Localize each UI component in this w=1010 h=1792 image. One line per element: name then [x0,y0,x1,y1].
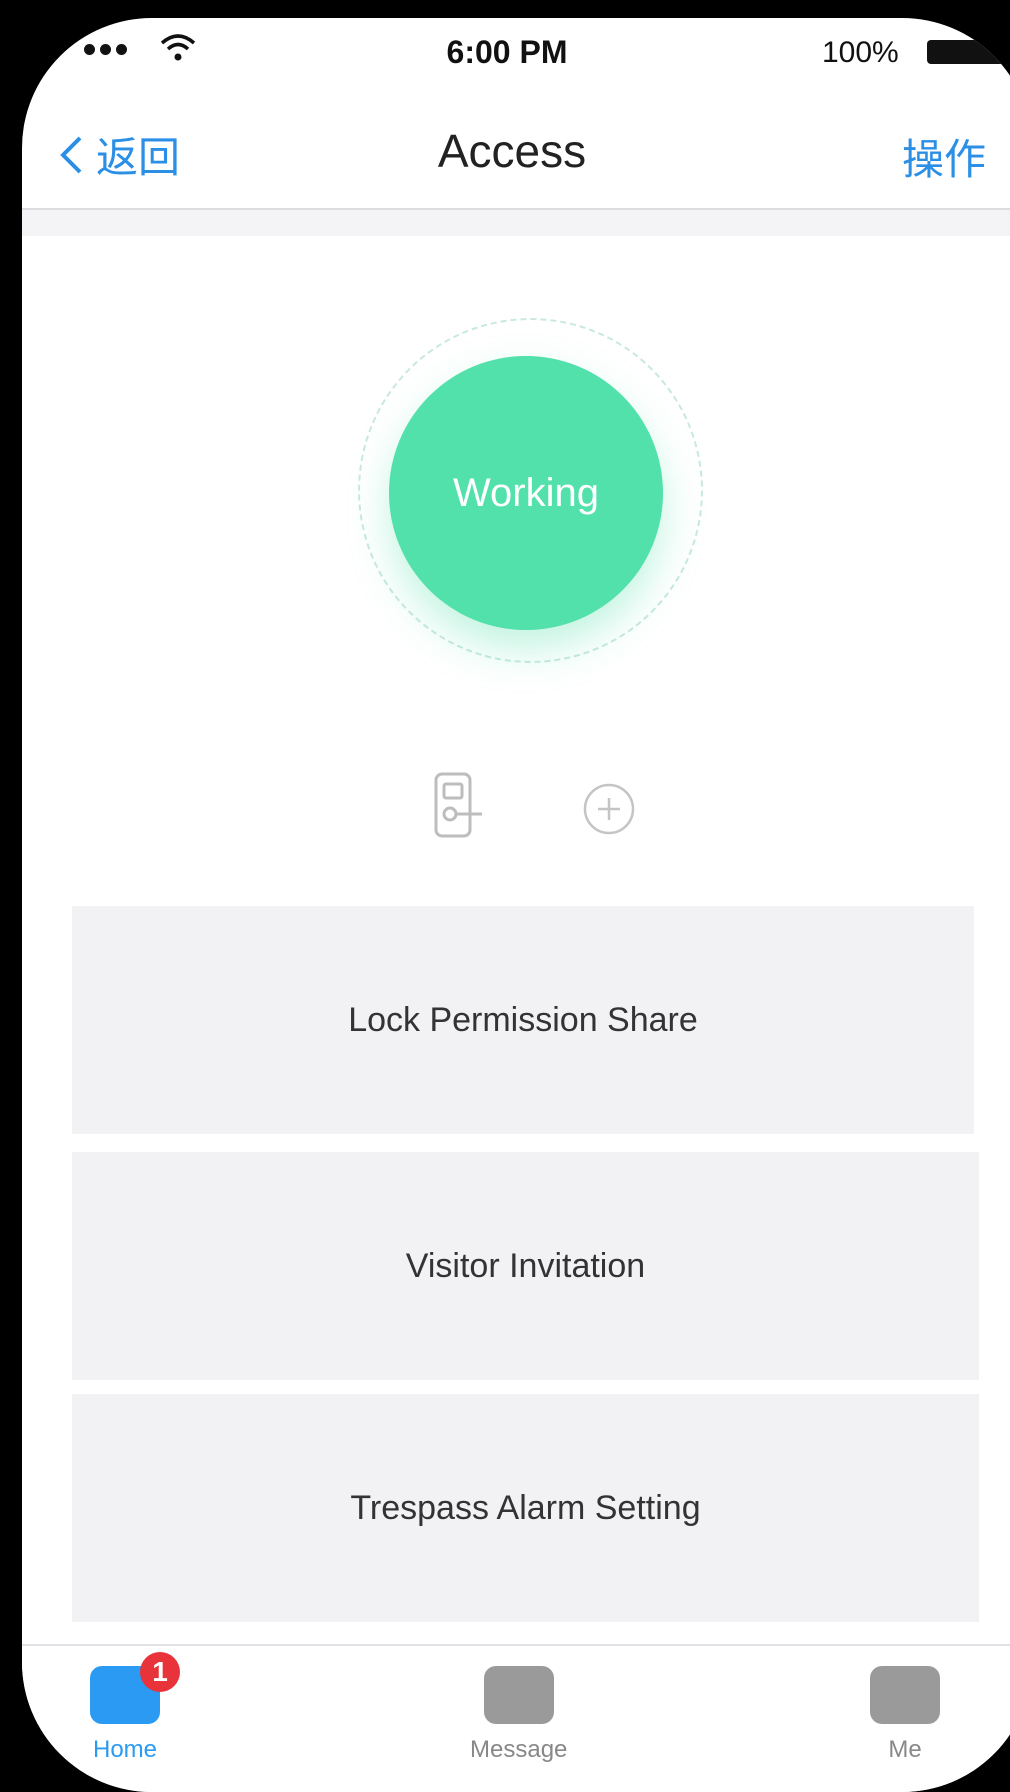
battery-percent: 100% [822,36,899,69]
tab-message[interactable]: Message [470,1666,567,1764]
card-label: Visitor Invitation [405,1246,646,1285]
visitor-invitation-button[interactable]: Visitor Invitation [72,1152,979,1380]
card-label: Lock Permission Share [348,1000,698,1039]
tab-me[interactable]: Me [870,1666,940,1764]
notification-badge: 1 [140,1652,180,1692]
operation-button[interactable]: 操作 [902,126,986,187]
message-icon [483,1666,554,1724]
me-icon [870,1666,940,1724]
phone-screen: 6:00 PM 100% 返回 Access 操作 Working Lock P… [22,18,1010,1792]
card-label: Trespass Alarm Setting [350,1488,701,1527]
tab-home[interactable]: 1 Home [90,1652,180,1764]
tab-label: Me [888,1736,922,1763]
nav-divider [22,210,1010,236]
status-bar: 6:00 PM 100% [22,18,1010,98]
device-status-label: Working [453,470,599,515]
battery-icon [927,40,1010,64]
page-title: Access [437,125,587,177]
door-lock-icon[interactable] [432,770,488,840]
tab-label: Message [470,1736,568,1763]
add-device-icon[interactable] [582,782,636,836]
nav-bar: 返回 Access 操作 [22,98,1010,210]
tab-bar: 1 Home Message Me [22,1644,1010,1792]
device-status-button[interactable]: Working [389,356,663,630]
trespass-alarm-setting-button[interactable]: Trespass Alarm Setting [72,1394,979,1622]
tab-label: Home [92,1736,158,1763]
lock-permission-share-button[interactable]: Lock Permission Share [72,906,974,1134]
